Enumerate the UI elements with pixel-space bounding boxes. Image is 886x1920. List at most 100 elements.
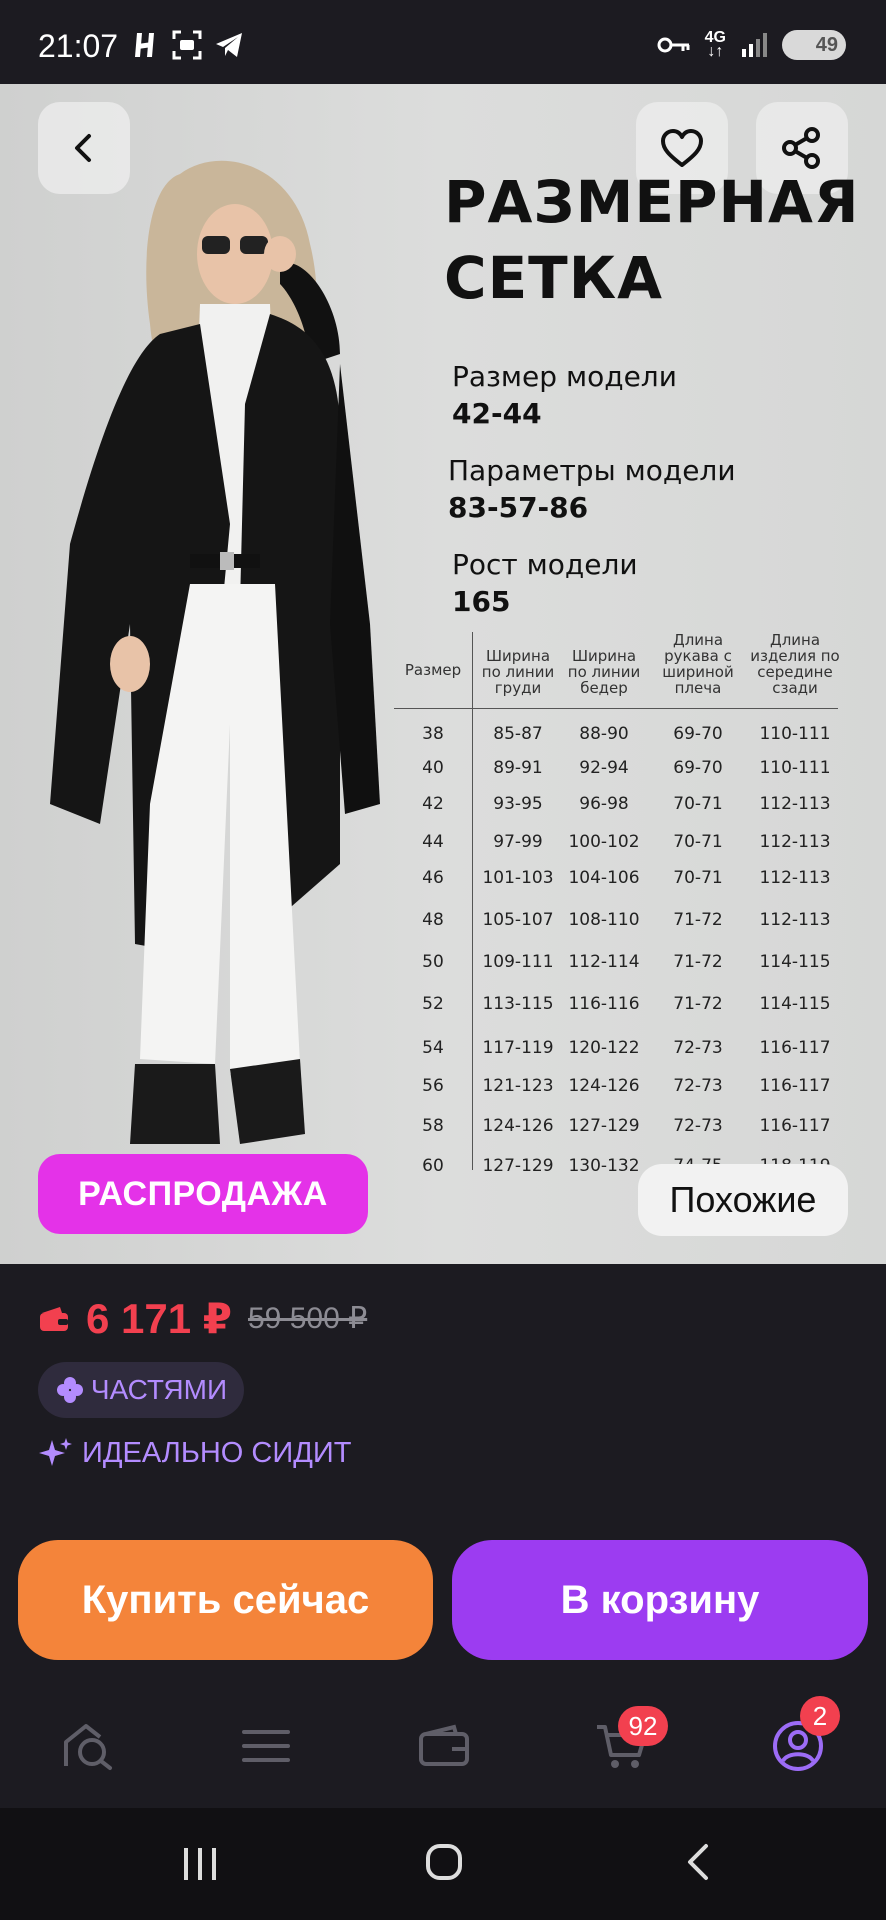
table-cell: 121-123 (482, 1076, 554, 1096)
installments-badge[interactable]: ЧАСТЯМИ (38, 1362, 244, 1418)
header-chest: Ширина по линии груди (481, 647, 555, 697)
table-cell: 104-106 (568, 868, 640, 888)
table-cell: 72-73 (673, 1116, 723, 1136)
similar-button[interactable]: Похожие (638, 1164, 848, 1236)
table-cell: 114-115 (759, 994, 831, 1014)
home-search-icon (64, 1724, 112, 1770)
fit-badge[interactable]: ИДЕАЛЬНО СИДИТ (38, 1436, 351, 1470)
header-sleeve: Длина рукава с шириной плеча (662, 631, 734, 697)
back-icon (75, 134, 91, 162)
table-cell: 130-132 (568, 1156, 640, 1176)
table-cell: 71-72 (673, 952, 723, 972)
product-image[interactable]: РАЗМЕРНАЯ СЕТКА Размер модели 42-44 Пара… (0, 84, 886, 1264)
table-cell: 110-111 (759, 724, 831, 744)
network-type: 4G ↓↑ (704, 29, 726, 60)
table-cell: 116-117 (759, 1116, 831, 1136)
system-icons: 4G ↓↑ 49 (657, 30, 846, 60)
clover-icon (56, 1377, 83, 1403)
profile-badge: 2 (800, 1696, 840, 1736)
table-cell: 110-111 (759, 758, 831, 778)
table-row: 52 113-115 116-116 71-72 114-115 (394, 994, 854, 1024)
table-cell: 70-71 (673, 868, 723, 888)
table-cell: 96-98 (579, 794, 629, 814)
table-cell: 46 (422, 868, 444, 888)
model-photo (50, 160, 380, 1144)
table-cell: 71-72 (673, 994, 723, 1014)
table-cell: 124-126 (568, 1076, 640, 1096)
price-current: 6 171 ₽ (86, 1295, 232, 1342)
table-cell: 127-129 (568, 1116, 640, 1136)
table-row: 46 101-103 104-106 70-71 112-113 (394, 868, 854, 898)
key-icon (657, 37, 690, 53)
table-cell: 117-119 (482, 1038, 554, 1058)
table-cell: 112-113 (759, 868, 831, 888)
nav-catalog[interactable] (236, 1716, 296, 1776)
table-row: 58 124-126 127-129 72-73 116-117 (394, 1116, 854, 1146)
table-cell: 42 (422, 794, 444, 814)
table-row: 56 121-123 124-126 72-73 116-117 (394, 1076, 854, 1106)
table-cell: 72-73 (673, 1038, 723, 1058)
table-cell: 101-103 (482, 868, 554, 888)
system-nav-bar (0, 1808, 886, 1920)
table-cell: 105-107 (482, 910, 554, 930)
back-button[interactable] (38, 102, 130, 194)
recents-icon[interactable] (180, 1844, 220, 1884)
table-cell: 85-87 (493, 724, 543, 744)
wallet-nav-icon (419, 1724, 469, 1766)
header-hips: Ширина по линии бедер (567, 647, 641, 697)
table-cell: 114-115 (759, 952, 831, 972)
price-old: 59 500 ₽ (248, 1302, 368, 1335)
table-cell: 116-117 (759, 1038, 831, 1058)
table-cell: 70-71 (673, 832, 723, 852)
table-cell: 88-90 (579, 724, 629, 744)
model-size: Размер модели 42-44 (452, 360, 677, 430)
table-row: 44 97-99 100-102 70-71 112-113 (394, 832, 854, 862)
table-row: 50 109-111 112-114 71-72 114-115 (394, 952, 854, 982)
wallet-icon (40, 1306, 68, 1331)
table-cell: 44 (422, 832, 444, 852)
cart-badge: 92 (618, 1706, 668, 1746)
signal-icon (742, 33, 767, 57)
header-length: Длина изделия по середине сзади (750, 631, 840, 697)
installments-label: ЧАСТЯМИ (90, 1374, 228, 1405)
table-cell: 92-94 (579, 758, 629, 778)
buy-now-button[interactable]: Купить сейчас (18, 1540, 433, 1660)
nav-home[interactable] (58, 1716, 118, 1776)
table-cell: 89-91 (493, 758, 543, 778)
table-cell: 127-129 (482, 1156, 554, 1176)
table-row: 48 105-107 108-110 71-72 112-113 (394, 910, 854, 940)
table-cell: 69-70 (673, 758, 723, 778)
table-row: 42 93-95 96-98 70-71 112-113 (394, 794, 854, 824)
table-cell: 112-113 (759, 832, 831, 852)
back-nav-icon[interactable] (680, 1842, 720, 1882)
model-params: Параметры модели 83-57-86 (448, 454, 736, 524)
table-cell: 56 (422, 1076, 444, 1096)
table-cell: 120-122 (568, 1038, 640, 1058)
battery-indicator: 49 (782, 30, 846, 60)
table-cell: 113-115 (482, 994, 554, 1014)
table-cell: 54 (422, 1038, 444, 1058)
table-row: 38 85-87 88-90 69-70 110-111 (394, 724, 854, 754)
table-cell: 69-70 (673, 724, 723, 744)
add-to-cart-button[interactable]: В корзину (452, 1540, 868, 1660)
table-cell: 100-102 (568, 832, 640, 852)
home-icon[interactable] (424, 1842, 464, 1882)
model-height: Рост модели 165 (452, 548, 638, 618)
table-cell: 116-117 (759, 1076, 831, 1096)
table-cell: 38 (422, 724, 444, 744)
heart-icon (661, 129, 703, 167)
bottom-nav: 92 2 (0, 1680, 886, 1808)
status-time: 21:07 (38, 28, 119, 64)
menu-icon (242, 1730, 290, 1762)
header-size: Размер (404, 661, 462, 679)
table-cell: 48 (422, 910, 444, 930)
table-cell: 72-73 (673, 1076, 723, 1096)
table-cell: 108-110 (568, 910, 640, 930)
nav-wallet[interactable] (414, 1716, 474, 1776)
scan-icon (172, 30, 202, 60)
table-cell: 50 (422, 952, 444, 972)
sale-badge: РАСПРОДАЖА (38, 1154, 368, 1234)
price-row: 6 171 ₽ 59 500 ₽ (38, 1294, 367, 1343)
h-app-icon (135, 33, 154, 57)
table-cell: 70-71 (673, 794, 723, 814)
